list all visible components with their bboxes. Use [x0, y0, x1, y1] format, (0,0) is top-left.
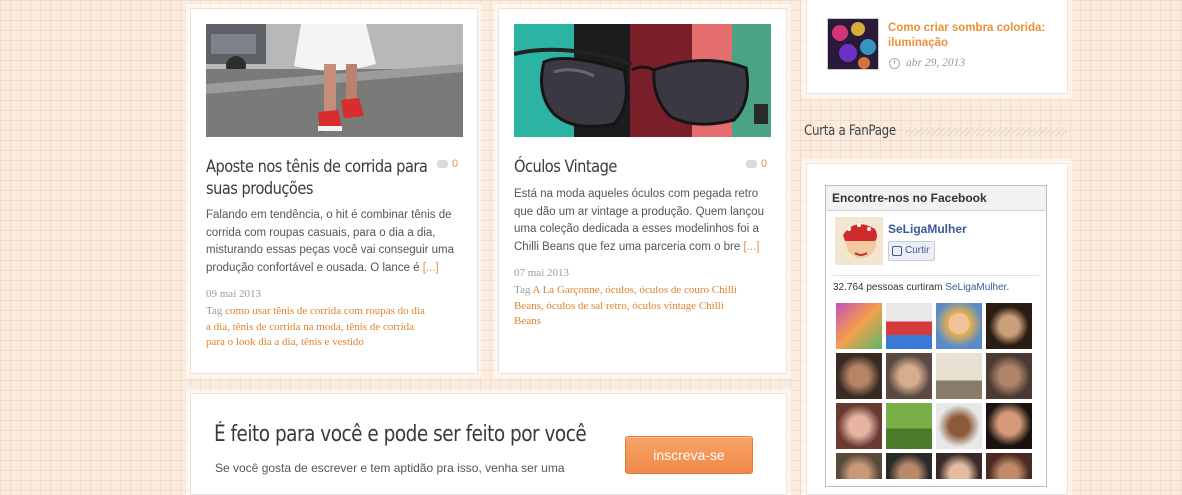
tag-line: Tag como usar tênis de corrida com roupa… [206, 304, 468, 320]
fan-avatar[interactable] [886, 353, 932, 399]
fan-avatar[interactable] [936, 353, 982, 399]
fan-avatar[interactable] [936, 303, 982, 349]
heading-divider [905, 127, 1067, 136]
cta-title: É feito para você e pode ser feito por v… [214, 422, 587, 447]
fan-count: 32.764 pessoas curtiram SeLigaMulher. [833, 282, 1009, 293]
recent-post-date-value: abr 29, 2013 [906, 57, 966, 69]
fan-avatar[interactable] [936, 453, 982, 479]
comment-count[interactable]: 0 [746, 158, 767, 170]
fan-avatar[interactable] [836, 303, 882, 349]
recent-post-date: abr 29, 2013 [889, 57, 965, 69]
excerpt-line: uma coleção dedicada a esses modelinhos … [514, 223, 759, 236]
excerpt-text: Chilli Beans que fez uma parceria com o … [514, 240, 741, 253]
tag-link[interactable]: Beans [514, 314, 776, 330]
post-date: 07 mai 2013 [514, 267, 569, 279]
fan-avatar[interactable] [936, 403, 982, 449]
post-date: 09 mai 2013 [206, 288, 261, 300]
post-image[interactable] [206, 24, 463, 137]
recent-post-title[interactable]: Como criar sombra colorida: iluminação [888, 21, 1045, 51]
sunglasses-photo [514, 24, 771, 137]
post-excerpt: Falando em tendência, o hit é combinar t… [206, 207, 468, 277]
post-title-line[interactable]: suas produções [206, 178, 427, 200]
running-shoes-photo [206, 24, 463, 137]
clock-icon [889, 57, 900, 69]
tag-prefix: Tag [206, 305, 223, 317]
recent-post-thumbnail[interactable] [827, 18, 879, 70]
excerpt-text: produção confortável e ousada. O lance é [206, 261, 420, 274]
tag-link[interactable]: A La Garçonne, óculos, óculos de couro C… [533, 284, 737, 296]
post-tags: Tag A La Garçonne, óculos, óculos de cou… [514, 283, 776, 330]
fan-avatar[interactable] [886, 303, 932, 349]
comment-count-value[interactable]: 0 [452, 158, 458, 170]
fan-avatar[interactable] [886, 453, 932, 479]
post-title-line[interactable]: Aposte nos tênis de corrida para [206, 156, 428, 178]
facebook-page-name[interactable]: SeLigaMulher [888, 222, 967, 236]
comment-bubble-icon [437, 160, 448, 168]
fan-avatar[interactable] [886, 403, 932, 449]
fan-avatar[interactable] [836, 453, 882, 479]
post-tags: Tag como usar tênis de corrida com roupa… [206, 304, 468, 351]
tag-prefix: Tag [514, 284, 531, 296]
fan-count-page-link[interactable]: SeLigaMulher [945, 282, 1006, 293]
excerpt-line: produção confortável e ousada. O lance é… [206, 260, 468, 278]
thumbs-up-icon [892, 246, 902, 256]
fan-avatar[interactable] [986, 353, 1032, 399]
fan-count-text: 32.764 pessoas curtiram [833, 282, 943, 293]
post-title-line[interactable]: Óculos Vintage [514, 156, 617, 178]
fan-avatar[interactable] [986, 453, 1032, 479]
read-more-link[interactable]: [...] [743, 241, 759, 253]
tag-line: Tag A La Garçonne, óculos, óculos de cou… [514, 283, 776, 299]
tag-link[interactable]: para o look dia a dia, tênis e vestido [206, 335, 468, 351]
tag-link[interactable]: como usar tênis de corrida com roupas do… [225, 305, 425, 317]
excerpt-line: Está na moda aqueles óculos com pegada r… [514, 188, 759, 200]
tag-link[interactable]: Beans, óculos de sal retro, óculos vinta… [514, 299, 776, 315]
comment-bubble-icon [746, 160, 757, 168]
fanpage-heading: Curta a FanPage [804, 123, 896, 139]
post-excerpt: Está na moda aqueles óculos com pegada r… [514, 186, 776, 256]
excerpt-line: Chilli Beans que fez uma parceria com o … [514, 239, 776, 257]
like-button-label[interactable]: Curtir [905, 242, 929, 260]
subscribe-button[interactable]: inscreva-se [625, 436, 753, 474]
comment-count-value[interactable]: 0 [761, 158, 767, 170]
colored-lights-photo [828, 19, 878, 69]
page-avatar-icon [835, 217, 883, 265]
excerpt-line: que dão um ar vintage a produção. Quem l… [514, 205, 764, 218]
recent-post-title-line[interactable]: Como criar sombra colorida: [888, 21, 1045, 36]
page-avatar[interactable] [835, 217, 883, 265]
post-image[interactable] [514, 24, 771, 137]
tag-link[interactable]: a dia, tênis de corrida na moda, tênis d… [206, 320, 468, 336]
fan-count-suffix: . [1006, 282, 1010, 293]
fan-avatar[interactable] [836, 353, 882, 399]
excerpt-line: misturando essas peças você vai consegui… [206, 244, 455, 257]
fan-avatar[interactable] [986, 303, 1032, 349]
read-more-link[interactable]: [...] [423, 262, 439, 274]
cta-text: Se você gosta de escrever e tem aptidão … [215, 461, 565, 475]
post-title[interactable]: Aposte nos tênis de corrida para suas pr… [206, 156, 428, 200]
fan-avatar[interactable] [986, 403, 1032, 449]
divider [833, 275, 1039, 276]
post-title[interactable]: Óculos Vintage [514, 156, 617, 178]
like-button[interactable]: Curtir [888, 241, 936, 261]
fan-avatar[interactable] [836, 403, 882, 449]
excerpt-line: Falando em tendência, o hit é combinar t… [206, 209, 452, 221]
excerpt-line: corrida com roupas casuais, para o dia a… [206, 226, 436, 239]
facebook-header: Encontre-nos no Facebook [826, 186, 1046, 211]
recent-post-title-line[interactable]: iluminação [888, 36, 1045, 51]
comment-count[interactable]: 0 [437, 158, 458, 170]
